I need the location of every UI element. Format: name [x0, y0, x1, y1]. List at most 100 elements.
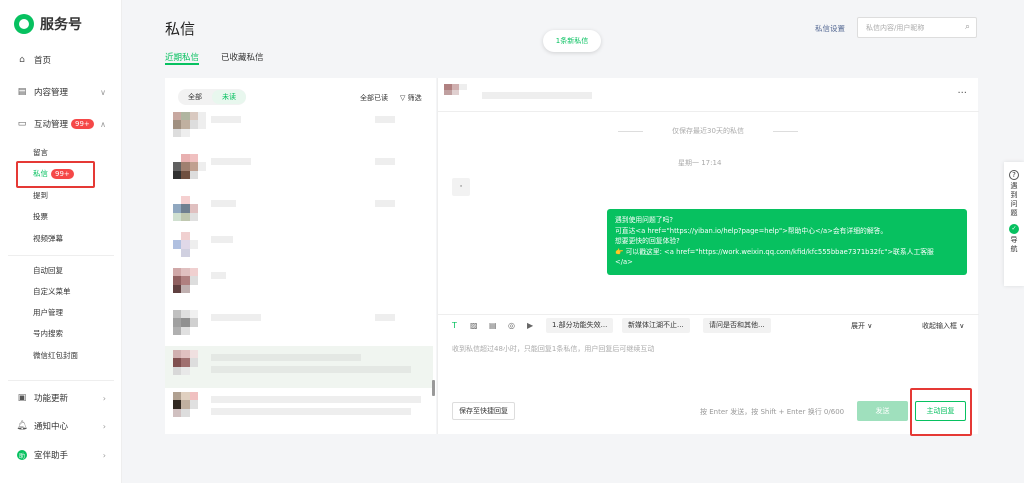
quick-reply-chip[interactable]: 新媒体江湖不止...: [622, 318, 690, 333]
app-name: 服务号: [40, 17, 82, 33]
nav-home[interactable]: ⌂ 首页: [0, 49, 122, 71]
nav-updates[interactable]: ▣ 功能更新 ›: [0, 387, 122, 409]
sub-votes[interactable]: 投票: [33, 211, 48, 222]
logo[interactable]: 服务号: [14, 14, 82, 34]
nav-account-search[interactable]: 号内搜索: [33, 328, 63, 339]
collapse-input-toggle[interactable]: 收起输入框 ∨: [922, 321, 964, 331]
nav-content[interactable]: ▤ 内容管理 ∨: [0, 81, 122, 103]
help-link[interactable]: 遇到问题: [1009, 182, 1019, 218]
divider: [8, 255, 114, 256]
list-item[interactable]: [165, 264, 433, 306]
name-placeholder: [211, 158, 251, 165]
text-icon[interactable]: T: [452, 321, 457, 330]
nav-custom-menu[interactable]: 自定义菜单: [33, 286, 71, 297]
list-item[interactable]: [165, 108, 433, 150]
search-icon[interactable]: ⌕: [965, 22, 970, 32]
tab-favorites[interactable]: 已收藏私信: [221, 51, 264, 63]
quick-reply-chip[interactable]: 请问是否和其他...: [703, 318, 771, 333]
expand-label: 展开: [851, 322, 865, 330]
avatar: [173, 196, 206, 229]
update-icon: ▣: [17, 393, 27, 403]
tab-underline: [165, 63, 199, 65]
time-placeholder: [375, 116, 395, 123]
message-settings-link[interactable]: 私信设置: [815, 23, 845, 34]
chat-panel: ··· 仅保存最近30天的私信 星期一 17:14 · 遇到使用问题了吗? 可直…: [437, 78, 979, 434]
chevron-down-icon: ∨: [100, 87, 106, 97]
sub-mentions[interactable]: 提到: [33, 190, 48, 201]
chat-username-placeholder: [482, 92, 592, 99]
chevron-down-icon: ∨: [867, 322, 873, 330]
tab-recent[interactable]: 近期私信: [165, 51, 199, 63]
avatar: [173, 392, 206, 425]
list-item-selected[interactable]: [165, 346, 433, 388]
time-placeholder: [375, 200, 395, 207]
nav-auto-reply[interactable]: 自动回复: [33, 265, 63, 276]
sub-video-bullets[interactable]: 视频弹幕: [33, 233, 63, 244]
chevron-right-icon: ›: [102, 421, 106, 431]
floating-help-panel: ? 遇到问题 ✓ 导航: [1004, 162, 1024, 286]
list-item[interactable]: [165, 388, 433, 430]
send-button[interactable]: 发送: [857, 401, 908, 421]
nav-assistant[interactable]: 助室伴助手 ›: [0, 444, 122, 466]
image-icon[interactable]: ▨: [470, 321, 478, 330]
reply-line: </a>: [615, 258, 633, 266]
expand-toggle[interactable]: 展开 ∨: [851, 321, 872, 331]
chevron-up-icon: ∧: [100, 119, 106, 129]
guide-link[interactable]: 导航: [1009, 236, 1019, 254]
search-placeholder: 私信内容/用户昵称: [866, 23, 925, 32]
name-placeholder: [211, 272, 226, 279]
keyboard-hint: 按 Enter 发送，按 Shift + Enter 换行 0/600: [700, 408, 845, 416]
input-hint[interactable]: 收到私信超过48小时，只能回复1条私信，用户回复后可继续互动: [452, 344, 654, 354]
sub-comments[interactable]: 留言: [33, 147, 48, 158]
guide-icon: ✓: [1009, 224, 1019, 234]
filter-all[interactable]: 全部: [178, 92, 212, 102]
quick-reply-chip[interactable]: 1.部分功能失效...: [546, 318, 614, 333]
filter-button[interactable]: ▽ 筛选: [400, 93, 422, 103]
chat-header: ···: [438, 78, 979, 112]
mark-all-read-link[interactable]: 全部已读: [360, 93, 388, 103]
save-quick-reply-button[interactable]: 保存至快捷回复: [452, 402, 515, 420]
reply-line: 想要更快的回复体验?: [615, 237, 680, 245]
input-toolbar: T ▨ ▤ ◎ ▶ 1.部分功能失效... 新媒体江湖不止... 请问是否和其他…: [438, 314, 979, 336]
conversation-list: 全部 未读 全部已读 ▽ 筛选: [165, 78, 436, 434]
search-input[interactable]: 私信内容/用户昵称 ⌕: [857, 17, 977, 38]
document-icon: ▤: [17, 87, 27, 97]
audio-icon[interactable]: ◎: [508, 321, 515, 330]
nav-user-management[interactable]: 用户管理: [33, 307, 63, 318]
page-title: 私信: [165, 20, 196, 38]
more-icon[interactable]: ···: [957, 88, 967, 99]
keep-notice: 仅保存最近30天的私信: [618, 126, 798, 136]
nav-notify[interactable]: 🔔︎ 通知中心 ›: [0, 415, 122, 437]
avatar: [173, 268, 206, 301]
filter-label: 筛选: [407, 94, 422, 102]
list-item[interactable]: [165, 150, 433, 192]
preview-placeholder: [211, 366, 411, 373]
nav-interact-label: 互动管理: [34, 120, 69, 130]
list-item[interactable]: [165, 306, 433, 348]
name-placeholder: [211, 396, 421, 403]
filter-unread[interactable]: 未读: [212, 90, 246, 104]
nav-home-label: 首页: [34, 56, 52, 66]
avatar: [173, 112, 206, 145]
nav-interact[interactable]: ▭ 互动管理 99+ ∧: [0, 113, 122, 135]
chat-icon: ▭: [17, 119, 27, 129]
avatar: [444, 84, 474, 106]
new-message-toast[interactable]: 1条新私信: [543, 30, 601, 52]
divider: [8, 380, 114, 381]
nav-assistant-label: 室伴助手: [34, 451, 69, 461]
name-placeholder: [211, 200, 236, 207]
preview-placeholder: [211, 408, 411, 415]
filter-segment: 全部 未读: [178, 89, 246, 105]
home-icon: ⌂: [19, 55, 25, 65]
reply-line: 遇到使用问题了吗?: [615, 216, 673, 224]
outgoing-auto-reply: 遇到使用问题了吗? 可直达<a href="https://yiban.io/h…: [607, 209, 967, 275]
scrollbar[interactable]: [432, 380, 435, 396]
sidebar: 服务号 ⌂ 首页 ▤ 内容管理 ∨ ▭ 互动管理 99+ ∧ 留言 私信 99+ 提到 投票 …: [0, 0, 122, 483]
nav-red-packet-cover[interactable]: 微信红包封面: [33, 350, 78, 361]
name-placeholder: [211, 314, 261, 321]
incoming-message: ·: [452, 178, 470, 196]
video-icon[interactable]: ▶: [527, 321, 533, 330]
nav-content-label: 内容管理: [34, 88, 69, 98]
interact-badge: 99+: [71, 119, 94, 129]
article-icon[interactable]: ▤: [489, 321, 497, 330]
